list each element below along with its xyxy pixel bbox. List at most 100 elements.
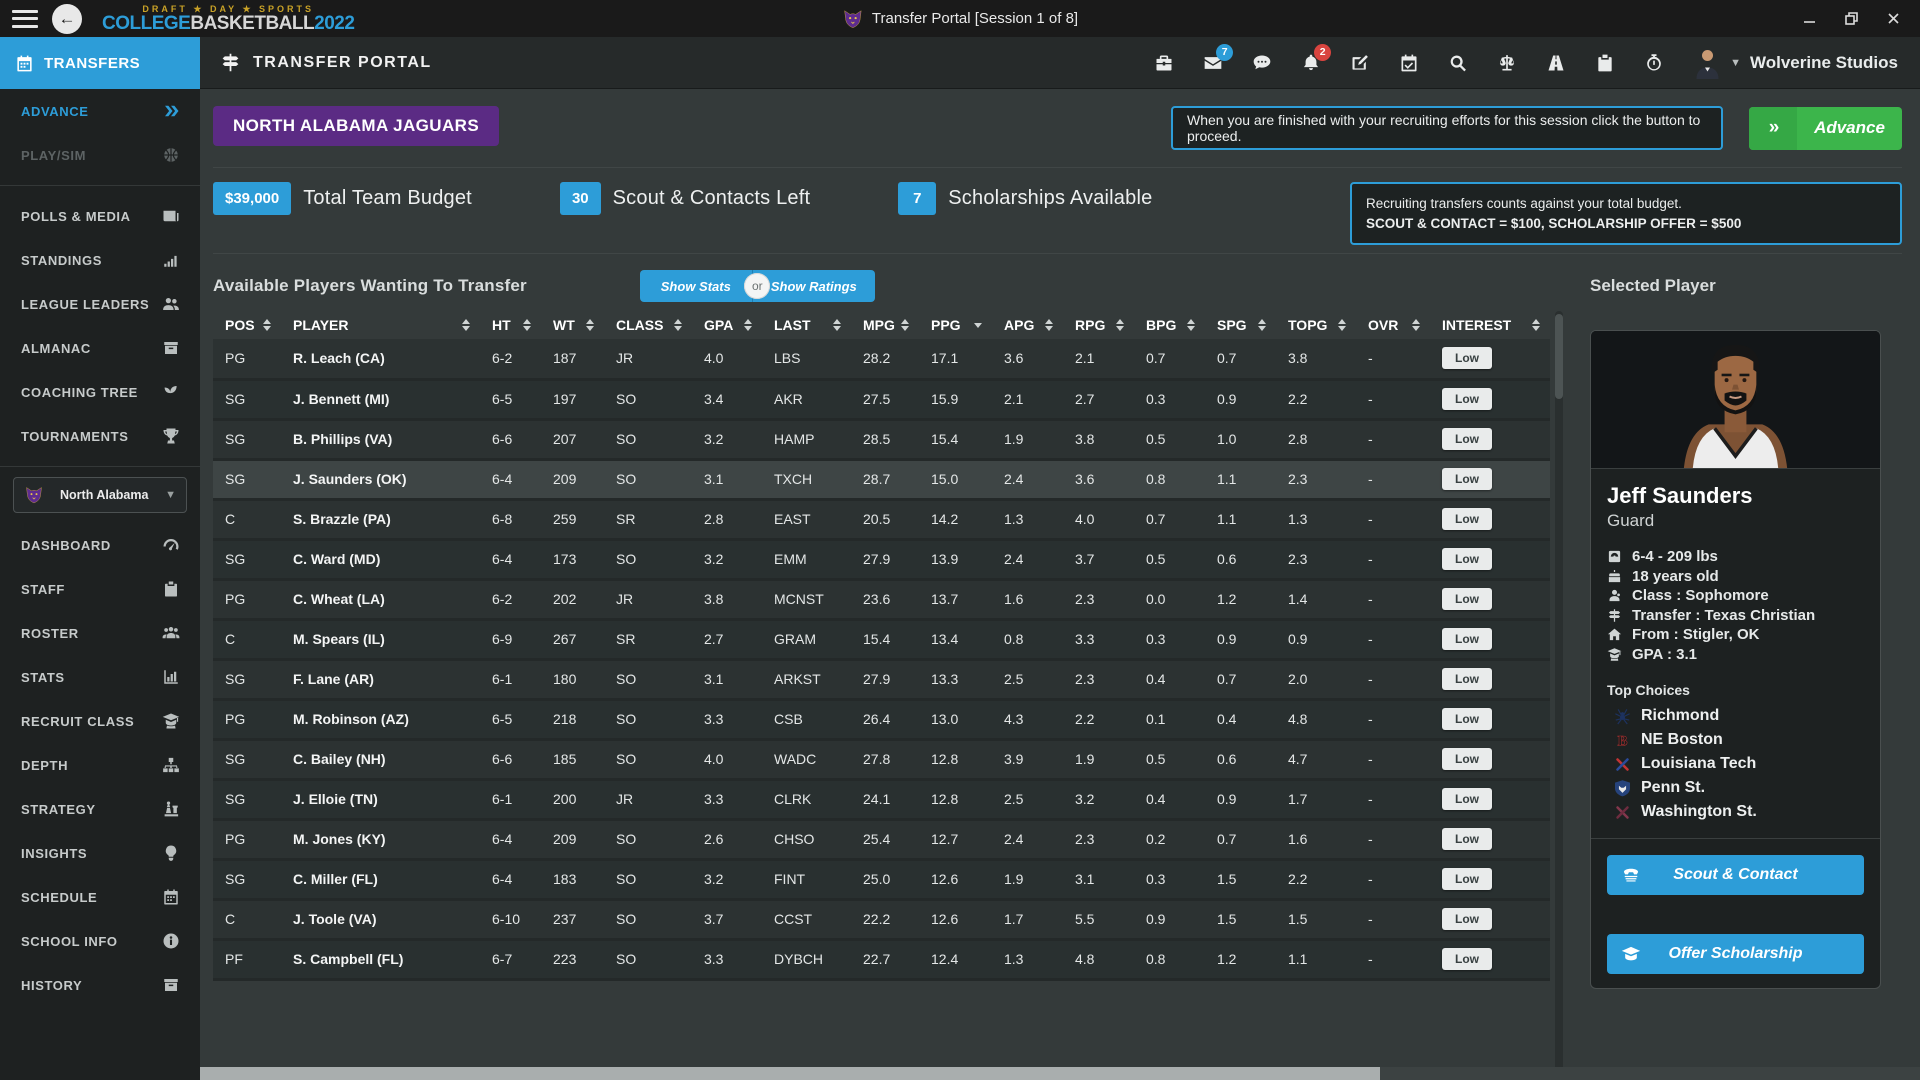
table-row[interactable]: PGM. Robinson (AZ)6-5218SO3.3CSB26.413.0… bbox=[213, 699, 1550, 739]
clipboard-icon bbox=[162, 580, 180, 598]
cell-mpg: 27.5 bbox=[851, 379, 919, 419]
table-row[interactable]: SGC. Miller (FL)6-4183SO3.2FINT25.012.61… bbox=[213, 859, 1550, 899]
column-header-rpg[interactable]: RPG bbox=[1063, 311, 1134, 339]
sidebar-item-insights[interactable]: INSIGHTS bbox=[0, 831, 200, 875]
sidebar-item-stats[interactable]: STATS bbox=[0, 655, 200, 699]
table-row[interactable]: SGJ. Elloie (TN)6-1200JR3.3CLRK24.112.82… bbox=[213, 779, 1550, 819]
sidebar-item-recruit-class[interactable]: RECRUIT CLASS bbox=[0, 699, 200, 743]
sidebar-item-depth[interactable]: DEPTH bbox=[0, 743, 200, 787]
sidebar-item-advance[interactable]: ADVANCE bbox=[0, 89, 200, 133]
advance-button[interactable]: » Advance bbox=[1749, 107, 1902, 150]
column-header-ppg[interactable]: PPG bbox=[919, 311, 992, 339]
table-row[interactable]: CM. Spears (IL)6-9267SR2.7GRAM15.413.40.… bbox=[213, 619, 1550, 659]
cell-gpa: 2.7 bbox=[692, 619, 762, 659]
column-header-interest[interactable]: INTEREST bbox=[1430, 311, 1550, 339]
table-row[interactable]: SGJ. Saunders (OK)6-4209SO3.1TXCH28.715.… bbox=[213, 459, 1550, 499]
clipboard-icon[interactable] bbox=[1595, 53, 1615, 73]
column-header-mpg[interactable]: MPG bbox=[851, 311, 919, 339]
column-header-wt[interactable]: WT bbox=[541, 311, 604, 339]
column-header-ht[interactable]: HT bbox=[480, 311, 541, 339]
column-header-class[interactable]: CLASS bbox=[604, 311, 692, 339]
sidebar-item-tournaments[interactable]: TOURNAMENTS bbox=[0, 414, 200, 458]
table-row[interactable]: SGC. Bailey (NH)6-6185SO4.0WADC27.812.83… bbox=[213, 739, 1550, 779]
cell-apg: 2.4 bbox=[992, 459, 1063, 499]
restore-button[interactable] bbox=[1840, 8, 1862, 30]
window-title: Transfer Portal [Session 1 of 8] bbox=[872, 10, 1078, 27]
column-header-bpg[interactable]: BPG bbox=[1134, 311, 1205, 339]
horizontal-scrollbar[interactable] bbox=[200, 1067, 1920, 1080]
show-ratings-button[interactable]: Show Ratings bbox=[753, 270, 875, 302]
sidebar-item-strategy[interactable]: STRATEGY bbox=[0, 787, 200, 831]
sidebar-item-polls-media[interactable]: POLLS & MEDIA bbox=[0, 194, 200, 238]
sidebar-item-staff[interactable]: STAFF bbox=[0, 567, 200, 611]
hamburger-menu-icon[interactable] bbox=[12, 10, 38, 28]
table-row[interactable]: SGJ. Bennett (MI)6-5197SO3.4AKR27.515.92… bbox=[213, 379, 1550, 419]
table-row[interactable]: PGM. Jones (KY)6-4209SO2.6CHSO25.412.72.… bbox=[213, 819, 1550, 859]
table-row[interactable]: PFS. Campbell (FL)6-7223SO3.3DYBCH22.712… bbox=[213, 939, 1550, 979]
search-icon[interactable] bbox=[1448, 53, 1468, 73]
sidebar-item-dashboard[interactable]: DASHBOARD bbox=[0, 523, 200, 567]
cell-player: F. Lane (AR) bbox=[281, 659, 480, 699]
sidebar-item-almanac[interactable]: ALMANAC bbox=[0, 326, 200, 370]
table-row[interactable]: SGF. Lane (AR)6-1180SO3.1ARKST27.913.32.… bbox=[213, 659, 1550, 699]
scout-contact-button[interactable]: Scout & Contact bbox=[1607, 855, 1864, 895]
cell-pos: SG bbox=[213, 739, 281, 779]
team-select-dropdown[interactable]: North Alabama▼ bbox=[13, 477, 187, 513]
sidebar-item-coaching-tree[interactable]: COACHING TREE bbox=[0, 370, 200, 414]
column-header-player[interactable]: PLAYER bbox=[281, 311, 480, 339]
page-title: TRANSFER PORTAL bbox=[253, 54, 432, 72]
column-header-gpa[interactable]: GPA bbox=[692, 311, 762, 339]
cell-topg: 1.3 bbox=[1276, 499, 1356, 539]
sidebar-item-label: POLLS & MEDIA bbox=[21, 209, 131, 224]
sidebar: TRANSFERS ADVANCEPLAY/SIMPOLLS & MEDIAST… bbox=[0, 37, 200, 1080]
user-menu[interactable]: ▼ Wolverine Studios bbox=[1694, 47, 1898, 79]
cell-ovr: - bbox=[1356, 579, 1430, 619]
edit-icon[interactable] bbox=[1350, 53, 1370, 73]
column-label: APG bbox=[1004, 317, 1034, 333]
envelope-icon[interactable]: 7 bbox=[1203, 53, 1223, 73]
road-icon[interactable] bbox=[1546, 53, 1566, 73]
briefcase-icon[interactable] bbox=[1154, 53, 1174, 73]
table-row[interactable]: PGC. Wheat (LA)6-2202JR3.8MCNST23.613.71… bbox=[213, 579, 1550, 619]
top-choice-louisiana-tech: Louisiana Tech bbox=[1607, 752, 1864, 776]
column-header-spg[interactable]: SPG bbox=[1205, 311, 1276, 339]
table-row[interactable]: SGB. Phillips (VA)6-6207SO3.2HAMP28.515.… bbox=[213, 419, 1550, 459]
minimize-button[interactable] bbox=[1798, 8, 1820, 30]
back-button[interactable]: ← bbox=[52, 4, 82, 34]
sidebar-item-school-info[interactable]: SCHOOL INFO bbox=[0, 919, 200, 963]
sidebar-item-roster[interactable]: ROSTER bbox=[0, 611, 200, 655]
table-row[interactable]: CJ. Toole (VA)6-10237SO3.7CCST22.212.61.… bbox=[213, 899, 1550, 939]
cell-ht: 6-2 bbox=[480, 339, 541, 379]
cell-apg: 4.3 bbox=[992, 699, 1063, 739]
horizontal-scrollbar-thumb[interactable] bbox=[200, 1067, 1380, 1080]
cell-interest: Low bbox=[1430, 499, 1550, 539]
cell-last: CHSO bbox=[762, 819, 851, 859]
scales-icon[interactable] bbox=[1497, 53, 1517, 73]
sidebar-item-schedule[interactable]: SCHEDULE bbox=[0, 875, 200, 919]
table-row[interactable]: CS. Brazzle (PA)6-8259SR2.8EAST20.514.21… bbox=[213, 499, 1550, 539]
sidebar-item-history[interactable]: HISTORY bbox=[0, 963, 200, 1007]
stopwatch-icon[interactable] bbox=[1644, 53, 1664, 73]
cell-ovr: - bbox=[1356, 339, 1430, 379]
column-header-last[interactable]: LAST bbox=[762, 311, 851, 339]
offer-scholarship-button[interactable]: Offer Scholarship bbox=[1607, 934, 1864, 974]
column-header-pos[interactable]: POS bbox=[213, 311, 281, 339]
column-header-topg[interactable]: TOPG bbox=[1276, 311, 1356, 339]
sidebar-item-play-sim[interactable]: PLAY/SIM bbox=[0, 133, 200, 177]
sidebar-item-standings[interactable]: STANDINGS bbox=[0, 238, 200, 282]
chat-icon[interactable] bbox=[1252, 53, 1272, 73]
table-row[interactable]: PGR. Leach (CA)6-2187JR4.0LBS28.217.13.6… bbox=[213, 339, 1550, 379]
column-header-apg[interactable]: APG bbox=[992, 311, 1063, 339]
calendar-check-icon[interactable] bbox=[1399, 53, 1419, 73]
column-header-ovr[interactable]: OVR bbox=[1356, 311, 1430, 339]
show-stats-button[interactable]: Show Stats bbox=[640, 270, 753, 302]
cell-ovr: - bbox=[1356, 379, 1430, 419]
table-scrollbar[interactable] bbox=[1555, 311, 1563, 1080]
sidebar-item-league-leaders[interactable]: LEAGUE LEADERS bbox=[0, 282, 200, 326]
bell-icon[interactable]: 2 bbox=[1301, 53, 1321, 73]
table-scrollbar-thumb[interactable] bbox=[1555, 314, 1563, 399]
cell-spg: 1.5 bbox=[1205, 859, 1276, 899]
close-button[interactable] bbox=[1882, 8, 1904, 30]
tree-icon bbox=[162, 383, 180, 401]
table-row[interactable]: SGC. Ward (MD)6-4173SO3.2EMM27.913.92.43… bbox=[213, 539, 1550, 579]
